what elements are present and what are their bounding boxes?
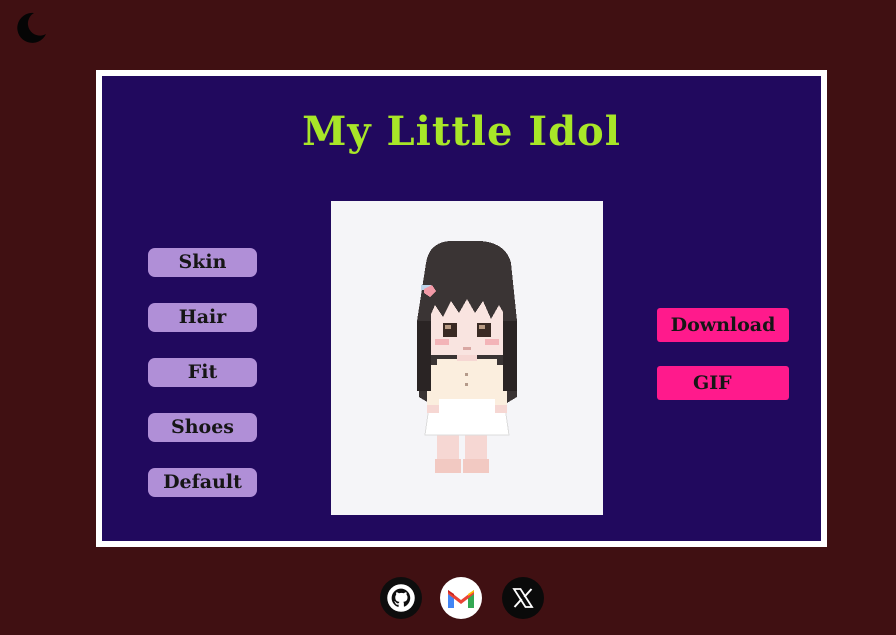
- default-button[interactable]: Default: [148, 468, 257, 497]
- page-title: My Little Idol: [302, 108, 621, 155]
- gif-button[interactable]: GIF: [657, 366, 789, 400]
- x-icon: [512, 588, 534, 608]
- download-button[interactable]: Download: [657, 308, 789, 342]
- moon-icon: [17, 12, 46, 43]
- dark-mode-toggle[interactable]: [14, 10, 48, 44]
- hair-button[interactable]: Hair: [148, 303, 257, 332]
- skin-button[interactable]: Skin: [148, 248, 257, 277]
- pixel-character-image: [417, 241, 517, 473]
- gmail-icon: [448, 590, 474, 608]
- fit-button[interactable]: Fit: [148, 358, 257, 387]
- x-link[interactable]: [502, 577, 544, 619]
- shoes-button[interactable]: Shoes: [148, 413, 257, 442]
- github-link[interactable]: [380, 577, 422, 619]
- gmail-link[interactable]: [440, 577, 482, 619]
- main-panel: My Little Idol Skin Hair Fit Shoes Defau…: [96, 70, 827, 547]
- github-icon: [387, 584, 415, 612]
- avatar-canvas: [331, 201, 603, 515]
